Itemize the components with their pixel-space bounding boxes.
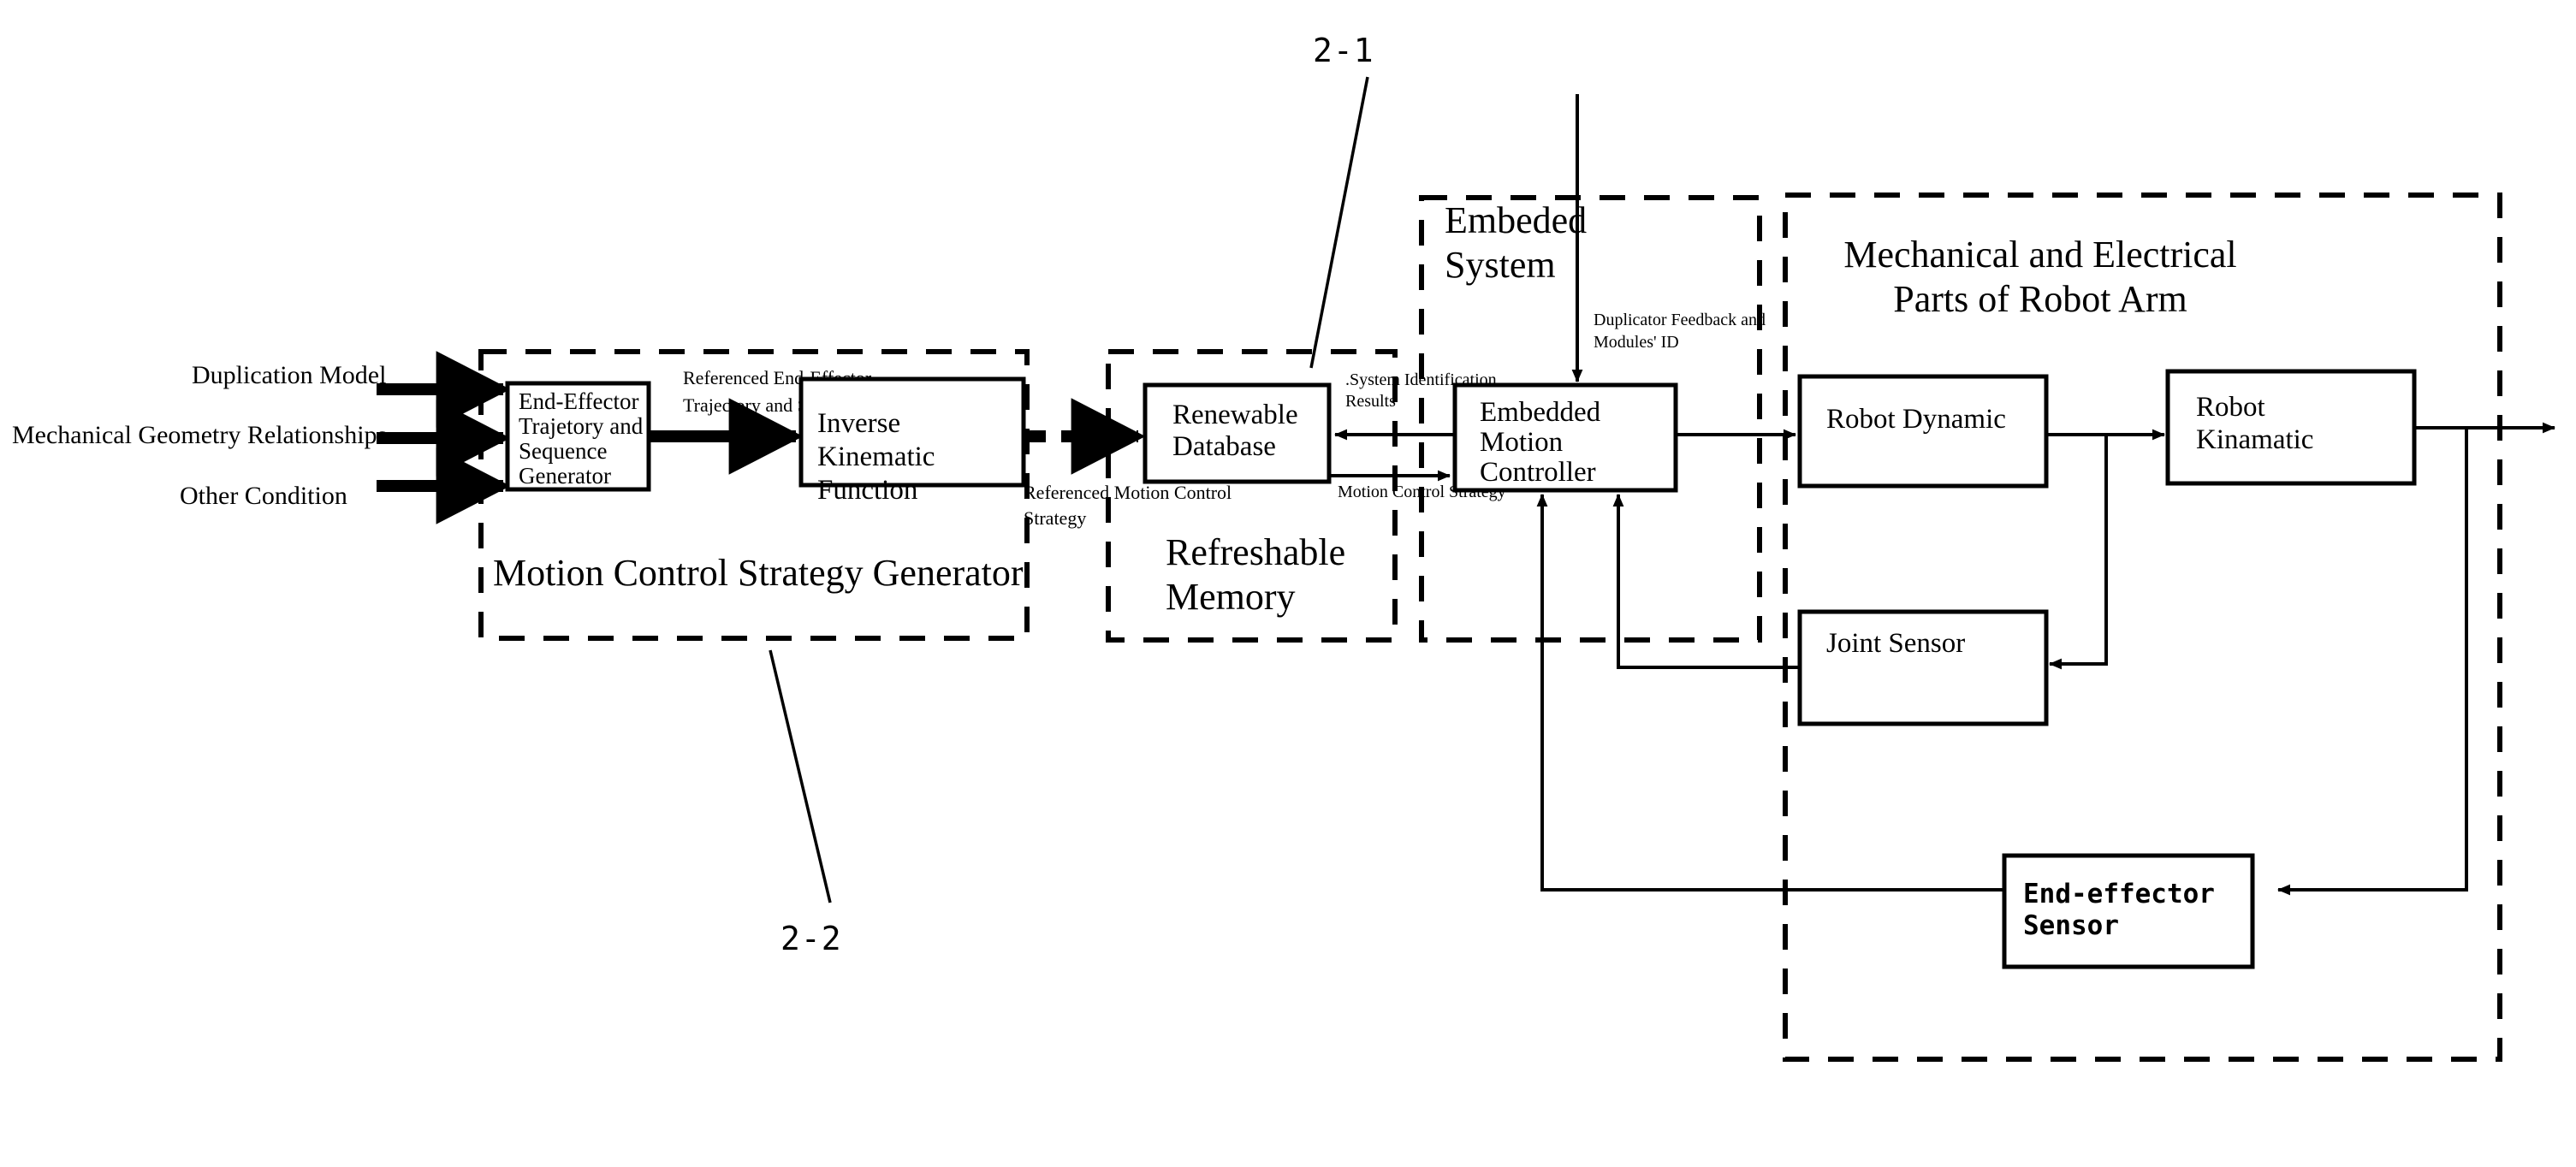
block-end-effector-generator-line1: End-Effector (519, 388, 638, 414)
edge-label-duplicator-feedback-line1: Duplicator Feedback and (1594, 311, 1766, 329)
block-robot-kinamatic-line2: Kinamatic (2196, 424, 2313, 455)
container-title-refreshable-memory-line2: Memory (1166, 576, 1296, 618)
block-renewable-database-line1: Renewable (1172, 400, 1298, 430)
block-diagram-canvas: Duplication Model Mechanical Geometry Re… (0, 0, 2576, 1167)
block-inverse-kinematic-line1: Inverse (817, 408, 900, 439)
block-joint-sensor-label: Joint Sensor (1826, 628, 1965, 659)
block-embedded-motion-controller-line2: Motion (1480, 427, 1563, 458)
block-robot-kinamatic-line1: Robot (2196, 392, 2265, 423)
container-title-embeded-system-line2: System (1445, 244, 1556, 286)
edge-label-system-identification-line2: Results (1345, 392, 1396, 411)
edge-label-referenced-motion-control-line2: Strategy (1024, 507, 1086, 529)
block-robot-dynamic-label: Robot Dynamic (1826, 404, 2006, 435)
container-title-embeded-system-line1: Embeded (1445, 199, 1587, 241)
input-label-other-condition: Other Condition (180, 482, 347, 510)
input-label-duplication-model: Duplication Model (192, 361, 386, 389)
container-title-mechanical-electrical-line1: Mechanical and Electrical (1843, 234, 2236, 275)
block-end-effector-sensor-line2: Sensor (2023, 910, 2119, 941)
block-inverse-kinematic-line3: Function (817, 475, 917, 506)
input-label-mechanical-geometry: Mechanical Geometry Relationships (12, 421, 387, 449)
block-end-effector-generator-line2: Trajetory and (519, 413, 644, 439)
container-title-refreshable-memory-line1: Refreshable (1166, 531, 1345, 573)
arrow-robot-dynamic-to-joint-sensor (2049, 435, 2108, 670)
block-renewable-database-line2: Database (1172, 431, 1276, 462)
callout-leader-2-2 (769, 649, 832, 903)
callout-label-2-2: 2-2 (781, 920, 842, 957)
block-inverse-kinematic-line2: Kinematic (817, 441, 935, 472)
container-title-mechanical-electrical-line2: Parts of Robot Arm (1893, 278, 2187, 320)
edge-label-referenced-motion-control-line1: Referenced Motion Control (1024, 482, 1232, 503)
block-end-effector-generator-line4: Generator (519, 463, 611, 489)
block-end-effector-generator-line3: Sequence (519, 438, 607, 464)
edge-label-duplicator-feedback-line2: Modules' ID (1594, 333, 1679, 352)
block-embedded-motion-controller-line1: Embedded (1480, 397, 1601, 428)
callout-leader-2-1 (1309, 76, 1369, 369)
container-title-motion-control-strategy-generator: Motion Control Strategy Generator (493, 552, 1024, 594)
block-end-effector-sensor-line1: End-effector (2023, 879, 2215, 909)
block-embedded-motion-controller-line3: Controller (1480, 457, 1596, 488)
arrow-output-to-end-effector-sensor (2277, 428, 2468, 896)
callout-label-2-1: 2-1 (1313, 32, 1374, 69)
diagram-svg: Duplication Model Mechanical Geometry Re… (12, 32, 2555, 1062)
